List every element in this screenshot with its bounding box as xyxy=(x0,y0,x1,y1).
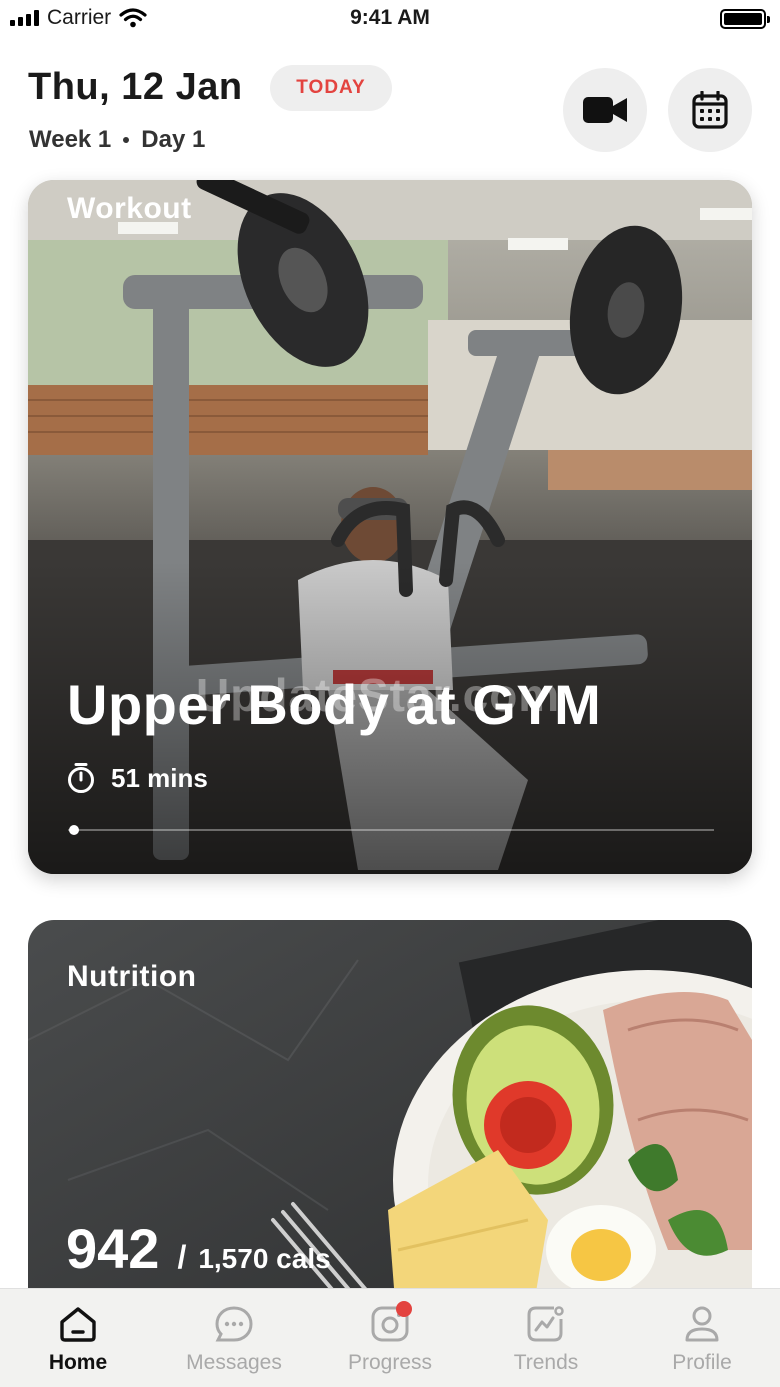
calories-eaten: 942 xyxy=(66,1217,160,1280)
battery-icon xyxy=(720,9,770,29)
calendar-button[interactable] xyxy=(668,68,752,152)
workout-card-label: Workout xyxy=(67,192,192,225)
user-icon xyxy=(685,1306,719,1342)
nutrition-card-label: Nutrition xyxy=(67,960,197,993)
tab-progress-label: Progress xyxy=(347,1351,433,1374)
calories-goal: 1,570 cals xyxy=(198,1243,331,1274)
week-day-indicator: Week 1 Day 1 xyxy=(29,126,205,154)
workout-progress-bar xyxy=(68,825,714,835)
nutrition-card[interactable]: Nutrition 942 / 1,570 cals xyxy=(28,920,752,1340)
separator-dot xyxy=(123,137,130,143)
calorie-summary: 942 / 1,570 cals xyxy=(66,1216,331,1281)
chat-icon xyxy=(215,1306,253,1342)
calendar-icon xyxy=(692,91,728,129)
notification-badge xyxy=(396,1301,412,1317)
today-button[interactable]: TODAY xyxy=(270,65,392,111)
tab-trends[interactable]: Trends xyxy=(468,1289,624,1387)
tab-messages[interactable]: Messages xyxy=(156,1289,312,1387)
video-camera-icon xyxy=(583,97,627,123)
tab-progress[interactable]: Progress xyxy=(312,1289,468,1387)
calories-separator: / xyxy=(177,1239,187,1275)
tab-home[interactable]: Home xyxy=(0,1289,156,1387)
week-label: Week 1 xyxy=(29,126,112,153)
tab-bar: Home Messages Progress Trends Profile xyxy=(0,1288,780,1387)
workout-progress-fill xyxy=(68,825,80,835)
tab-trends-label: Trends xyxy=(513,1351,579,1374)
day-label: Day 1 xyxy=(141,126,206,153)
video-button[interactable] xyxy=(563,68,647,152)
chart-icon xyxy=(527,1306,564,1342)
page-title: Thu, 12 Jan xyxy=(28,66,243,108)
duration-label: 51 mins xyxy=(111,762,208,793)
status-time: 9:41 AM xyxy=(350,6,430,29)
workout-duration: 51 mins xyxy=(67,762,208,794)
tab-profile-label: Profile xyxy=(672,1351,732,1374)
workout-card[interactable]: Workout Upper Body at GYM 51 mins xyxy=(28,180,752,874)
status-bar: Carrier 9:41 AM xyxy=(0,0,780,38)
tab-home-label: Home xyxy=(48,1351,108,1374)
stopwatch-icon xyxy=(68,763,94,793)
tab-profile[interactable]: Profile xyxy=(624,1289,780,1387)
home-icon xyxy=(60,1307,96,1342)
tab-messages-label: Messages xyxy=(186,1351,282,1374)
workout-title: Upper Body at GYM xyxy=(67,673,602,736)
